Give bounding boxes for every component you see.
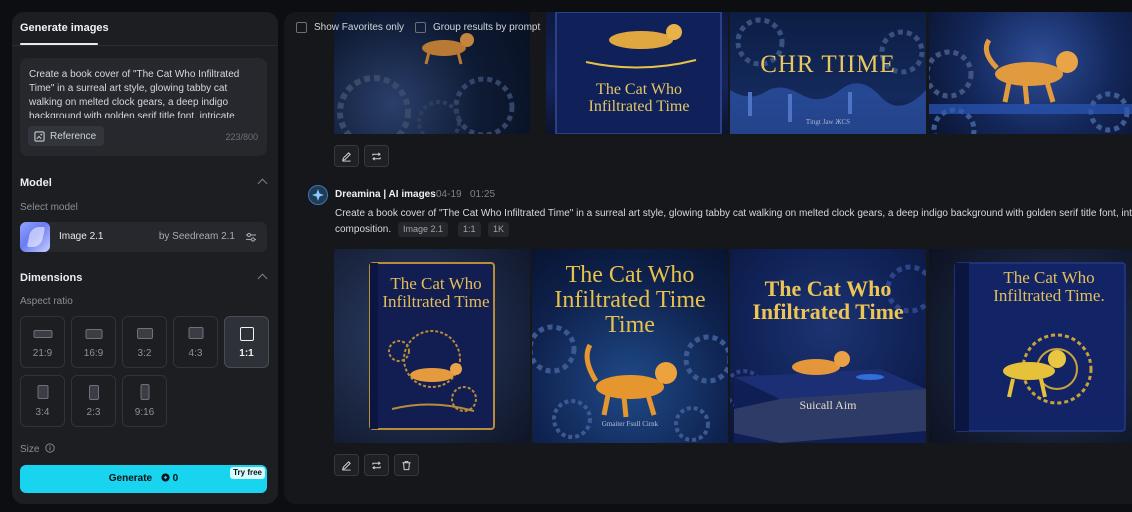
generation-date: 04-19 (436, 189, 462, 200)
ratio-2-3[interactable]: 2:3 (71, 375, 116, 427)
tag-model: Image 2.1 (398, 222, 449, 237)
generation-time: 01:25 (470, 189, 496, 200)
ratio-shape-icon (88, 385, 99, 400)
reference-label: Reference (50, 130, 97, 142)
model-selector[interactable]: Image 2.1 by Seedream 2.1 (20, 222, 267, 252)
info-icon[interactable] (45, 443, 55, 453)
result-image[interactable]: The Cat Who Infiltrated Time. (929, 249, 1132, 443)
ratio-shape-icon (140, 384, 149, 400)
credit-icon (161, 473, 170, 482)
generate-button[interactable]: Generate 0 Try free (20, 465, 267, 493)
result-image[interactable]: The Cat Who Infiltrated Time (334, 249, 530, 443)
model-provider: by Seedream 2.1 (158, 231, 235, 242)
edit-button[interactable] (334, 454, 359, 476)
group-by-prompt-checkbox[interactable] (415, 22, 426, 33)
dreamina-avatar (308, 185, 328, 205)
ratio-3-4[interactable]: 3:4 (20, 375, 65, 427)
regenerate-button[interactable] (364, 454, 389, 476)
generation-source: Dreamina | AI images (335, 189, 436, 200)
ratio-shape-icon (188, 327, 203, 339)
delete-button[interactable] (394, 454, 419, 476)
cover-title: The Cat Who Infiltrated Time Time (554, 262, 706, 339)
ratio-9-16[interactable]: 9:16 (122, 375, 167, 427)
generation-prompt[interactable]: Create a book cover of "The Cat Who Infi… (335, 208, 1132, 222)
favorites-label: Show Favorites only (314, 22, 405, 33)
try-free-badge: Try free (230, 467, 265, 479)
model-name: Image 2.1 (59, 231, 104, 242)
ratio-shape-icon (136, 328, 153, 339)
panel-header: Generate images (12, 12, 278, 46)
ratio-21-9[interactable]: 21:9 (20, 316, 65, 368)
ratio-1-1[interactable]: 1:1 (224, 316, 269, 368)
favorites-checkbox[interactable] (296, 22, 307, 33)
ratio-label: 4:3 (188, 348, 203, 359)
ratio-label: 3:4 (35, 407, 50, 418)
ratio-shape-icon (239, 327, 254, 341)
image-add-icon (34, 130, 45, 142)
tag-resolution: 1K (488, 222, 510, 237)
ratio-label: 16:9 (83, 348, 104, 359)
character-count: 223/800 (225, 132, 258, 142)
active-tab-indicator (20, 43, 98, 45)
pencil-icon (342, 460, 351, 471)
tag-ratio: 1:1 (458, 222, 481, 237)
result-image[interactable]: The Cat Who Infiltrated Time Time Gmaite… (532, 249, 728, 443)
prompt-input[interactable]: Create a book cover of "The Cat Who Infi… (29, 68, 253, 118)
generate-panel: Generate images Create a book cover of "… (12, 12, 278, 504)
credit-cost: 0 (172, 473, 179, 484)
size-label-text: Size (20, 444, 40, 455)
ratio-label: 3:2 (137, 348, 152, 359)
ratio-label: 1:1 (239, 348, 254, 359)
dimensions-section-title: Dimensions (20, 272, 83, 284)
cover-footer: Suicall Aim (799, 398, 857, 412)
aspect-ratio-label: Aspect ratio (20, 296, 73, 307)
result-image[interactable]: The Cat Who Infiltrated Time Suicall Aim (730, 249, 926, 443)
generation-prompt-continued: composition. (335, 224, 392, 235)
cover-title: The Cat Who Infiltrated Time (588, 81, 690, 115)
model-section-title: Model (20, 177, 52, 189)
cover-title: The Cat Who Infiltrated Time (382, 274, 490, 311)
repeat-icon (372, 460, 381, 470)
sparkle-icon (312, 189, 324, 201)
ratio-label: 2:3 (86, 407, 101, 418)
ratio-label: 21:9 (32, 348, 53, 359)
size-label: Size (20, 443, 55, 455)
generate-label: Generate (108, 473, 153, 484)
sliders-icon[interactable] (245, 231, 257, 243)
select-model-label: Select model (20, 202, 78, 213)
repeat-icon (372, 151, 381, 161)
ratio-3-2[interactable]: 3:2 (122, 316, 167, 368)
cover-subtitle: Tingt Jaw ЖCS (805, 118, 851, 126)
results-filter-bar: Show Favorites only Group results by pro… (284, 12, 1132, 44)
pencil-icon (342, 151, 351, 162)
tab-generate-images[interactable]: Generate images (20, 22, 109, 34)
ratio-shape-icon (37, 385, 48, 399)
chevron-up-icon[interactable] (257, 178, 268, 189)
trash-icon (402, 460, 411, 470)
chevron-up-icon[interactable] (257, 273, 268, 284)
reference-button[interactable]: Reference (28, 126, 105, 146)
ratio-shape-icon (85, 329, 102, 339)
cover-title: CHR TIIME (760, 51, 896, 78)
regenerate-button[interactable] (364, 145, 389, 167)
ratio-shape-icon (33, 330, 52, 338)
ratio-label: 9:16 (134, 407, 155, 418)
cover-title: The Cat Who Infiltrated Time (752, 276, 904, 325)
cover-footer: Gmaiter Fsull Cirnk (601, 420, 659, 428)
cover-title: The Cat Who Infiltrated Time. (993, 268, 1105, 305)
ratio-16-9[interactable]: 16:9 (71, 316, 116, 368)
ratio-4-3[interactable]: 4:3 (173, 316, 218, 368)
edit-button[interactable] (334, 145, 359, 167)
group-by-prompt-label: Group results by prompt (433, 22, 541, 33)
prompt-box[interactable]: Create a book cover of "The Cat Who Infi… (20, 58, 267, 156)
results-panel: The Cat Who Infiltrated Time CHR TIIME T… (284, 12, 1132, 504)
model-thumbnail (20, 222, 50, 252)
